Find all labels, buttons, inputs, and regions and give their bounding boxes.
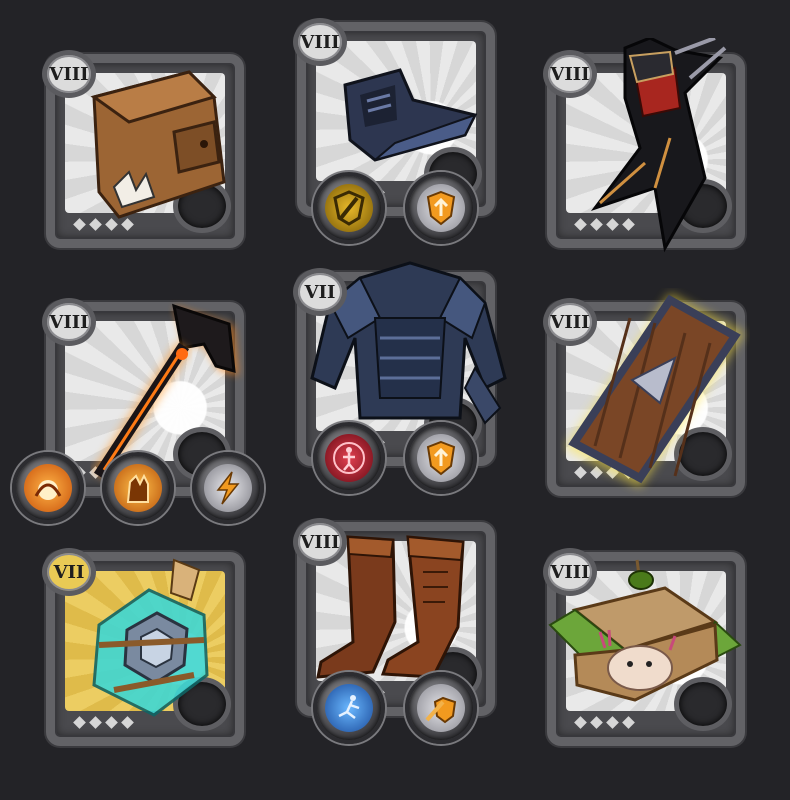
tier-badge: VIII: [543, 298, 597, 346]
spell-slot[interactable]: [313, 172, 385, 244]
spell-slot[interactable]: [405, 422, 477, 494]
sword-shield-orange-icon: [425, 696, 457, 724]
tier-badge: VIII: [42, 298, 96, 346]
slot-bag[interactable]: VIII: [42, 50, 248, 252]
tier-badge: VIII: [293, 518, 347, 566]
tier-badge: VIII: [42, 50, 96, 98]
sword-shield-icon: [333, 190, 365, 226]
slot-sandwich[interactable]: VIII: [543, 548, 749, 750]
spell-slot[interactable]: [12, 452, 84, 524]
slot-boots[interactable]: VIII: [293, 518, 499, 744]
helmet-icon: [343, 68, 478, 162]
flame-fist-icon: [126, 473, 149, 503]
spell-slot[interactable]: [102, 452, 174, 524]
spell-slot[interactable]: [405, 172, 477, 244]
spell-slot[interactable]: [192, 452, 264, 524]
tier-badge: VIII: [543, 50, 597, 98]
shield-orange-icon: [426, 440, 456, 476]
slot-fire-staff[interactable]: VIII: [12, 298, 264, 524]
tier-badge: VII: [293, 268, 347, 316]
slot-armor[interactable]: VII: [293, 261, 507, 494]
slot-shield[interactable]: VIII: [543, 293, 749, 500]
potion-icon: [92, 558, 209, 717]
spell-slot[interactable]: [313, 672, 385, 744]
tier-badge: VIII: [293, 18, 347, 66]
shield-orange-icon: [426, 190, 456, 226]
spell-slot[interactable]: [405, 672, 477, 744]
bag-icon: [90, 70, 226, 219]
spell-slot[interactable]: [313, 422, 385, 494]
fire-blast-icon: [34, 480, 62, 500]
slot-cape[interactable]: VIII: [543, 38, 749, 253]
tier-badge: VII: [42, 548, 96, 596]
tier-badge: VIII: [543, 548, 597, 596]
slot-potion[interactable]: VII: [42, 548, 248, 750]
dash-icon: [338, 695, 360, 719]
figure-red-icon: [333, 442, 365, 474]
slot-helmet[interactable]: VIII: [293, 18, 499, 244]
lightning-icon: [216, 471, 240, 505]
